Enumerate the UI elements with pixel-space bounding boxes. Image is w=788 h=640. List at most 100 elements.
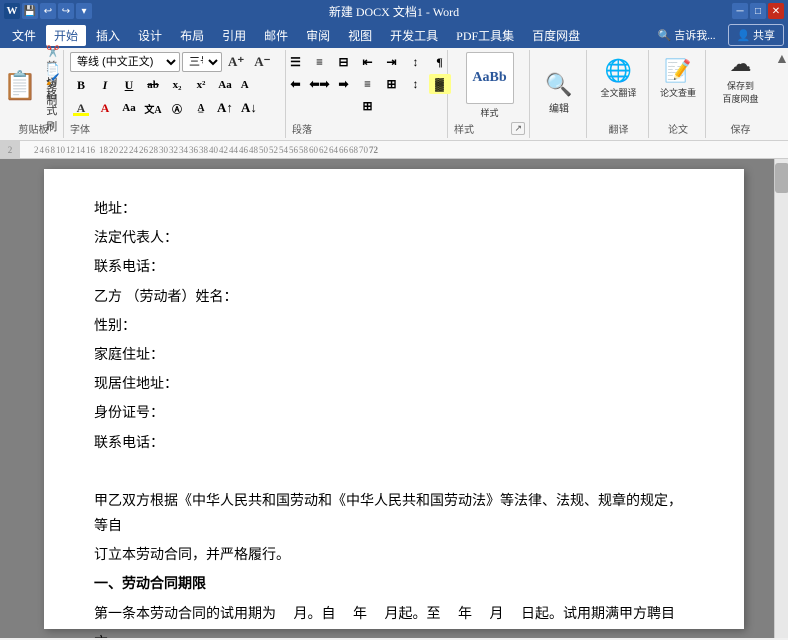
style-preview[interactable]: AaBb 样式 (466, 52, 514, 119)
close-btn[interactable]: ✕ (768, 3, 784, 19)
doc-line-9[interactable]: 联系电话： (94, 431, 694, 456)
decrease-char-button[interactable]: A↓ (238, 98, 260, 118)
line-spacing-button[interactable]: ↕ (405, 74, 427, 94)
underline-button[interactable]: U (118, 75, 140, 95)
case-button[interactable]: Aa (214, 75, 236, 95)
indent-increase-button[interactable]: ⇥ (381, 52, 403, 72)
ruler-tick-18: 18 (99, 145, 108, 155)
bullet-list-button[interactable]: ☰ (285, 52, 307, 72)
char-spacing-button[interactable]: Aa (118, 98, 140, 118)
menu-item-baidu[interactable]: 百度网盘 (524, 25, 588, 46)
sort-button[interactable]: ↕ (405, 52, 427, 72)
quick-save-btn[interactable]: 💾 (22, 3, 38, 19)
italic-button[interactable]: I (94, 75, 116, 95)
menu-item-file[interactable]: 文件 (4, 25, 44, 46)
font-color-button[interactable]: A (94, 98, 116, 118)
menu-item-insert[interactable]: 插入 (88, 25, 128, 46)
text-highlight-button[interactable]: A (70, 98, 92, 118)
menu-item-mailings[interactable]: 邮件 (256, 25, 296, 46)
paper-group-label: 论文 (655, 119, 701, 136)
menu-item-developer[interactable]: 开发工具 (382, 25, 446, 46)
redo-btn[interactable]: ↪ (58, 3, 74, 19)
ruler-tick-70: 70 (359, 145, 368, 155)
ruler-tick-66: 66 (339, 145, 348, 155)
ruler-tick-58: 58 (299, 145, 308, 155)
justify-chinese-button[interactable]: ⊞ (381, 74, 403, 94)
shading-button[interactable]: ▓ (429, 74, 451, 94)
menu-item-review[interactable]: 审阅 (298, 25, 338, 46)
edit-button[interactable]: 🔍 编辑 (536, 63, 582, 123)
doc-line-14[interactable]: 方。 (94, 631, 694, 638)
doc-line-6[interactable]: 家庭住址： (94, 343, 694, 368)
ruler-tick-50: 50 (259, 145, 268, 155)
phonetic-button[interactable]: 文A (142, 98, 164, 118)
doc-line-10[interactable]: 甲乙双方根据《中华人民共和国劳动和《中华人民共和国劳动法》等法律、法规、规章的规… (94, 489, 694, 539)
show-marks-button[interactable]: ¶ (429, 52, 451, 72)
save-baidu-button[interactable]: ☁ 保存到百度网盘 (716, 52, 766, 104)
char-border-button[interactable]: A̲ (190, 98, 212, 118)
ruler-tick-22: 22 (119, 145, 128, 155)
ruler: 2 2 4 6 8 10 12 14 16 18 20 22 24 26 28 … (0, 141, 788, 159)
customize-btn[interactable]: ▾ (76, 3, 92, 19)
scrollbar-track[interactable] (774, 159, 788, 638)
doc-line-7[interactable]: 现居住地址： (94, 372, 694, 397)
paste-button[interactable]: 📋 (0, 60, 40, 112)
clear-format-button[interactable]: A⃝ (238, 75, 260, 95)
title-bar-left-controls: W 💾 ↩ ↪ ▾ (4, 3, 92, 19)
style-group: AaBb 样式 样式 ↗ (450, 50, 530, 138)
doc-line-2[interactable]: 法定代表人： (94, 226, 694, 251)
align-left-button[interactable]: ⬅ (285, 74, 307, 94)
doc-line-5[interactable]: 性别： (94, 314, 694, 339)
minimize-btn[interactable]: ─ (732, 3, 748, 19)
translate-full-button[interactable]: 🌐 全文翻译 (594, 52, 644, 104)
menu-item-view[interactable]: 视图 (340, 25, 380, 46)
format-painter-button[interactable]: 🖌️ 格式刷 (42, 96, 67, 112)
font-shrink-button[interactable]: A⁻ (250, 52, 274, 72)
doc-line-13[interactable]: 第一条本劳动合同的试用期为 月。自 年 月起。至 年 月 日起。试用期满甲方聘目 (94, 602, 694, 627)
ruler-tick-32: 32 (169, 145, 178, 155)
border-button[interactable]: ⊞ (357, 96, 379, 116)
doc-line-4[interactable]: 乙方 （劳动者）姓名： (94, 285, 694, 310)
align-center-button[interactable]: ⬅➡ (309, 74, 331, 94)
circle-char-button[interactable]: Ⓐ (166, 98, 188, 118)
style-box[interactable]: AaBb (466, 52, 514, 104)
scrollbar-thumb[interactable] (775, 163, 788, 193)
doc-line-3[interactable]: 联系电话： (94, 255, 694, 280)
menu-item-layout[interactable]: 布局 (172, 25, 212, 46)
paper-check-button[interactable]: 📝 论文查重 (653, 52, 703, 104)
doc-line-12[interactable]: 一、劳动合同期限 (94, 572, 694, 597)
font-row2: B I U ab x₂ x² Aa A⃝ (70, 75, 260, 95)
menu-item-design[interactable]: 设计 (130, 25, 170, 46)
word-icon: W (4, 3, 20, 19)
font-size-select[interactable]: 三号 初号 小初 (182, 52, 222, 72)
menu-item-home[interactable]: 开始 (46, 25, 86, 46)
doc-line-1[interactable]: 地址： (94, 197, 694, 222)
menu-item-share[interactable]: 👤 共享 (728, 24, 784, 46)
clipboard-group: 📋 ✂️ 剪切 📄 复制 🖌️ 格式刷 剪贴板 (4, 50, 64, 138)
menu-item-help[interactable]: 🔍 吉诉我... (650, 25, 724, 45)
outline-list-button[interactable]: ⊟ (333, 52, 355, 72)
style-dialog-btn[interactable]: ↗ (511, 122, 525, 135)
superscript-button[interactable]: x² (190, 75, 212, 95)
para-row3: ⊞ (357, 96, 379, 116)
indent-decrease-button[interactable]: ⇤ (357, 52, 379, 72)
document-page[interactable]: 地址： 法定代表人： 联系电话： 乙方 （劳动者）姓名： 性别： 家庭住址： 现… (44, 169, 744, 629)
align-right-button[interactable]: ➡ (333, 74, 355, 94)
font-grow-button[interactable]: A⁺ (224, 52, 248, 72)
clipboard-side: ✂️ 剪切 📄 复制 🖌️ 格式刷 (42, 60, 67, 112)
doc-line-11[interactable]: 订立本劳动合同，并严格履行。 (94, 543, 694, 568)
document-area[interactable]: 地址： 法定代表人： 联系电话： 乙方 （劳动者）姓名： 性别： 家庭住址： 现… (0, 159, 788, 638)
number-list-button[interactable]: ≡ (309, 52, 331, 72)
menu-item-references[interactable]: 引用 (214, 25, 254, 46)
justify-button[interactable]: ≡ (357, 74, 379, 94)
undo-btn[interactable]: ↩ (40, 3, 56, 19)
maximize-btn[interactable]: □ (750, 3, 766, 19)
strikethrough-button[interactable]: ab (142, 75, 164, 95)
increase-char-button[interactable]: A↑ (214, 98, 236, 118)
bold-button[interactable]: B (70, 75, 92, 95)
font-name-select[interactable]: 等线 (中文正文) (70, 52, 180, 72)
menu-item-pdf[interactable]: PDF工具集 (448, 25, 522, 46)
ribbon-collapse-btn[interactable]: ▲ (775, 50, 788, 138)
doc-line-8[interactable]: 身份证号： (94, 401, 694, 426)
subscript-button[interactable]: x₂ (166, 75, 188, 95)
